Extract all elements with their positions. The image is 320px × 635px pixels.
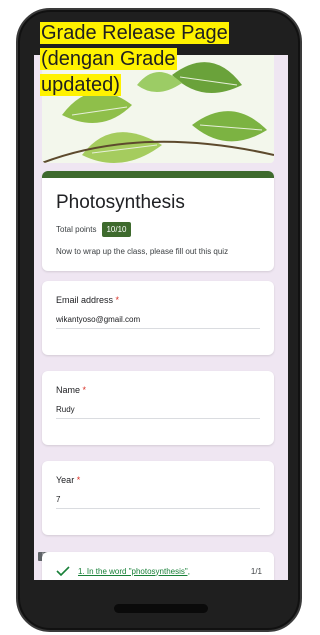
form-description: Now to wrap up the class, please fill ou…: [56, 247, 229, 256]
email-card: Email address * wikantyoso@gmail.com: [42, 281, 274, 355]
form-title: Photosynthesis: [56, 192, 185, 213]
page-caption: Grade Release Page (dengan Grade updated…: [40, 20, 229, 98]
form-header-card: Photosynthesis Total points 10/10 Now to…: [42, 171, 274, 271]
caption-line-3: updated): [40, 74, 121, 96]
form-screen: Photosynthesis Total points 10/10 Now to…: [34, 55, 288, 580]
total-points-label: Total points: [56, 225, 97, 234]
question-score: 1/1: [250, 566, 262, 576]
check-icon: [56, 566, 70, 576]
year-label: Year *: [56, 475, 260, 485]
name-card: Name * Rudy: [42, 371, 274, 445]
name-label-text: Name: [56, 385, 81, 395]
year-card: Year * 7: [42, 461, 274, 535]
total-points-row: Total points 10/10: [56, 222, 260, 237]
caption-line-2: (dengan Grade: [40, 48, 177, 70]
name-label: Name *: [56, 385, 260, 395]
required-mark: *: [76, 475, 81, 485]
question-text[interactable]: 1. In the word "photosynthesis",: [78, 567, 243, 576]
required-mark: *: [115, 295, 120, 305]
year-label-text: Year: [56, 475, 75, 485]
screenshot-root: Photosynthesis Total points 10/10 Now to…: [0, 0, 306, 635]
home-bar[interactable]: [114, 604, 208, 613]
question-row[interactable]: 1. In the word "photosynthesis", 1/1: [56, 566, 262, 576]
name-field[interactable]: Rudy: [56, 405, 260, 419]
email-label-text: Email address: [56, 295, 114, 305]
email-label: Email address *: [56, 295, 260, 305]
required-mark: *: [82, 385, 87, 395]
year-field[interactable]: 7: [56, 495, 260, 509]
score-badge: 10/10: [102, 222, 131, 237]
caption-line-1: Grade Release Page: [40, 22, 229, 44]
email-field[interactable]: wikantyoso@gmail.com: [56, 315, 260, 329]
question-card[interactable]: 1. In the word "photosynthesis", 1/1: [42, 552, 274, 580]
